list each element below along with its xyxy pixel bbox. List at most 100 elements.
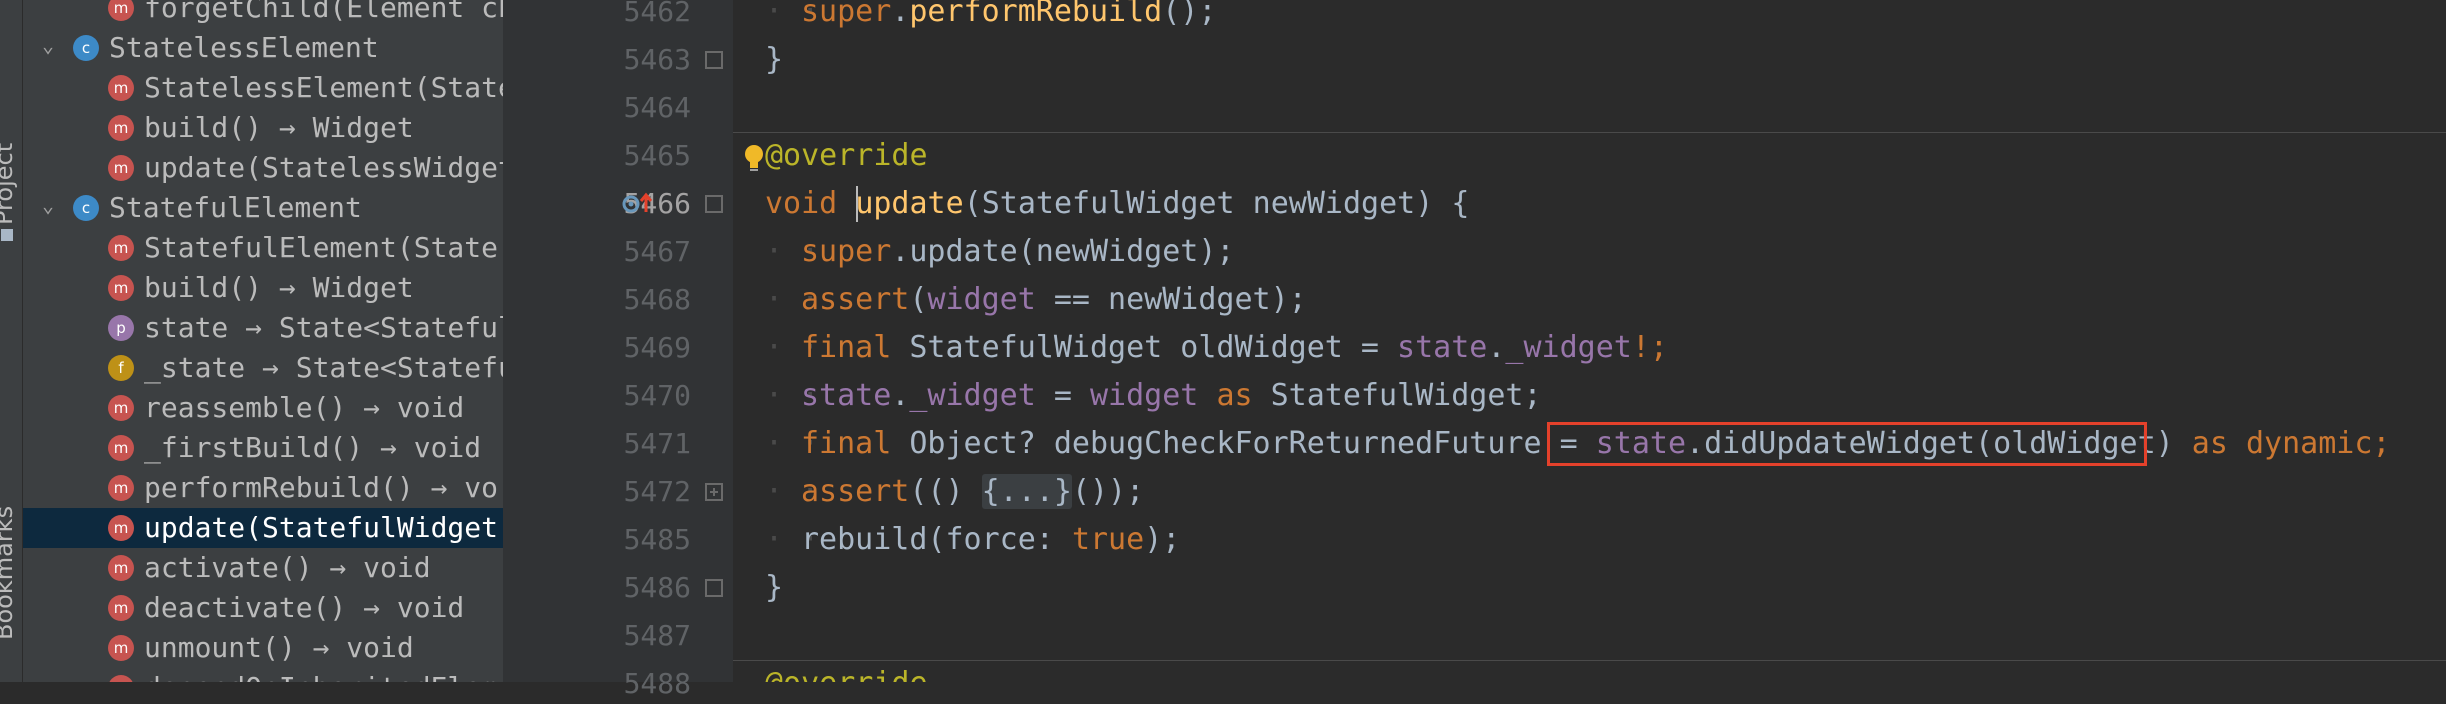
tree-member-node[interactable]: f _state → State<Statefu [23, 348, 503, 388]
class-icon: c [73, 35, 99, 61]
tree-node-label: build() → Widget [144, 271, 414, 304]
tree-member-node[interactable]: p state → State<Stateful [23, 308, 503, 348]
code-line[interactable]: } [733, 564, 2446, 612]
code-token: void [765, 186, 856, 221]
code-line[interactable]: @override [733, 660, 2446, 682]
method-icon: m [108, 555, 134, 581]
code-line[interactable]: · · assert(widget == newWidget); [733, 276, 2446, 324]
chevron-down-icon[interactable]: ⌄ [37, 193, 59, 217]
code-line[interactable]: } [733, 36, 2446, 84]
line-number[interactable]: 5468 [541, 280, 691, 320]
line-number[interactable]: 5465 [541, 136, 691, 176]
code-line[interactable]: · · rebuild(force: true); [733, 516, 2446, 564]
line-number[interactable]: 5485 [541, 520, 691, 560]
chevron-down-icon[interactable]: ⌄ [37, 33, 59, 57]
code-token: update [855, 186, 964, 221]
code-token: _widget [909, 378, 1036, 413]
tree-member-node[interactable]: m dependOnInheritedElem [23, 668, 503, 682]
editor-gutter: 5462 5463 5464 5465 5466 5467 5468 5469 5470 5471… [533, 0, 733, 700]
code-token: (); [1162, 0, 1217, 29]
panel-splitter[interactable] [503, 0, 533, 682]
code-line[interactable] [733, 84, 2446, 132]
code-token: == newWidget); [1035, 282, 1307, 317]
code-text: rebuild(force: true); [801, 516, 1180, 564]
code-token: rebuild(force: [801, 522, 1072, 557]
fold-collapse-icon[interactable] [705, 195, 723, 213]
line-number[interactable]: 5470 [541, 376, 691, 416]
tree-node-label: update(StatefulWidget [144, 511, 499, 544]
line-number[interactable]: 5469 [541, 328, 691, 368]
code-line[interactable]: · · final StatefulWidget oldWidget = sta… [733, 324, 2446, 372]
tree-node-label: StatelessElement(State [144, 71, 503, 104]
tree-node-label: StatefulElement(State [144, 231, 499, 264]
line-number[interactable]: 5487 [541, 616, 691, 656]
tree-member-node[interactable]: m build() → Widget [23, 108, 503, 148]
lightbulb-icon[interactable] [743, 144, 765, 176]
tool-window-strip: Project Bookmarks [0, 0, 23, 682]
tree-member-node[interactable]: m _firstBuild() → void [23, 428, 503, 468]
project-tool-label[interactable]: Project [0, 143, 18, 225]
line-number[interactable]: 5486 [541, 568, 691, 608]
code-token: ()); [1071, 474, 1145, 509]
tree-class-node[interactable]: ⌄ c StatelessElement [23, 28, 503, 68]
code-text: } [765, 36, 783, 84]
line-number[interactable]: 5488 [541, 664, 691, 704]
line-number[interactable]: 5472 [541, 472, 691, 512]
code-line[interactable]: void update(StatefulWidget newWidget) { [733, 180, 2446, 228]
fold-collapse-icon[interactable] [705, 579, 723, 597]
code-token: @override [765, 666, 928, 682]
folded-code-placeholder[interactable]: {...} [981, 474, 1072, 509]
tree-node-label: forgetChild(Element ch [144, 0, 503, 24]
bookmarks-tool-label[interactable]: Bookmarks [0, 506, 18, 640]
code-text: void update(StatefulWidget newWidget) { [765, 180, 1469, 228]
code-token: ); [1144, 522, 1181, 557]
code-token: @override [765, 138, 928, 173]
tree-class-node[interactable]: ⌄ c StatefulElement [23, 188, 503, 228]
tree-member-node[interactable]: m deactivate() → void [23, 588, 503, 628]
line-number[interactable]: 5466 [541, 184, 691, 224]
fold-expand-icon[interactable] [705, 483, 723, 501]
class-icon: c [73, 195, 99, 221]
method-icon: m [108, 235, 134, 261]
tree-member-node[interactable]: m activate() → void [23, 548, 503, 588]
override-marker-icon[interactable] [621, 192, 655, 220]
tree-member-node[interactable]: m forgetChild(Element ch [23, 0, 503, 28]
fold-collapse-icon[interactable] [705, 51, 723, 69]
code-line[interactable]: · · assert(() {...}()); [733, 468, 2446, 516]
code-line[interactable]: · · state._widget = widget as StatefulWi… [733, 372, 2446, 420]
code-token: . [891, 0, 910, 29]
code-line[interactable]: · · super.update(newWidget); [733, 228, 2446, 276]
code-token: assert [801, 282, 910, 317]
tree-member-node[interactable]: m build() → Widget [23, 268, 503, 308]
code-token: . [1487, 330, 1506, 365]
code-token: final [801, 426, 910, 461]
method-icon: m [108, 475, 134, 501]
method-icon: m [108, 155, 134, 181]
tree-member-node[interactable]: m unmount() → void [23, 628, 503, 668]
code-line[interactable]: @override [733, 132, 2446, 180]
line-number[interactable]: 5463 [541, 40, 691, 80]
code-line[interactable] [733, 612, 2446, 660]
tree-member-node[interactable]: m performRebuild() → vo [23, 468, 503, 508]
tree-member-node[interactable]: m StatefulElement(State [23, 228, 503, 268]
line-number[interactable]: 5464 [541, 88, 691, 128]
code-text: state._widget = widget as StatefulWidget… [801, 372, 1542, 420]
tree-node-label: deactivate() → void [144, 591, 465, 624]
code-token: as dynamic; [2191, 426, 2391, 461]
highlight-box [1547, 422, 2147, 466]
code-line[interactable]: · · super.performRebuild(); [733, 0, 2446, 36]
code-token: as [1216, 378, 1271, 413]
code-editor[interactable]: · · super.performRebuild();} @override voi… [733, 0, 2446, 682]
project-tool-icon[interactable] [1, 229, 13, 241]
tree-member-node[interactable]: m reassemble() → void [23, 388, 503, 428]
tree-member-node[interactable]: m update(StatelessWidget [23, 148, 503, 188]
line-number[interactable]: 5467 [541, 232, 691, 272]
line-number[interactable]: 5462 [541, 0, 691, 32]
line-number[interactable]: 5471 [541, 424, 691, 464]
field-icon: f [108, 355, 134, 381]
tree-member-node[interactable]: m update(StatefulWidget [23, 508, 503, 548]
method-icon: m [108, 275, 134, 301]
tree-member-node[interactable]: m StatelessElement(State [23, 68, 503, 108]
method-icon: m [108, 675, 134, 682]
code-text: assert(() {...}()); [801, 468, 1144, 516]
